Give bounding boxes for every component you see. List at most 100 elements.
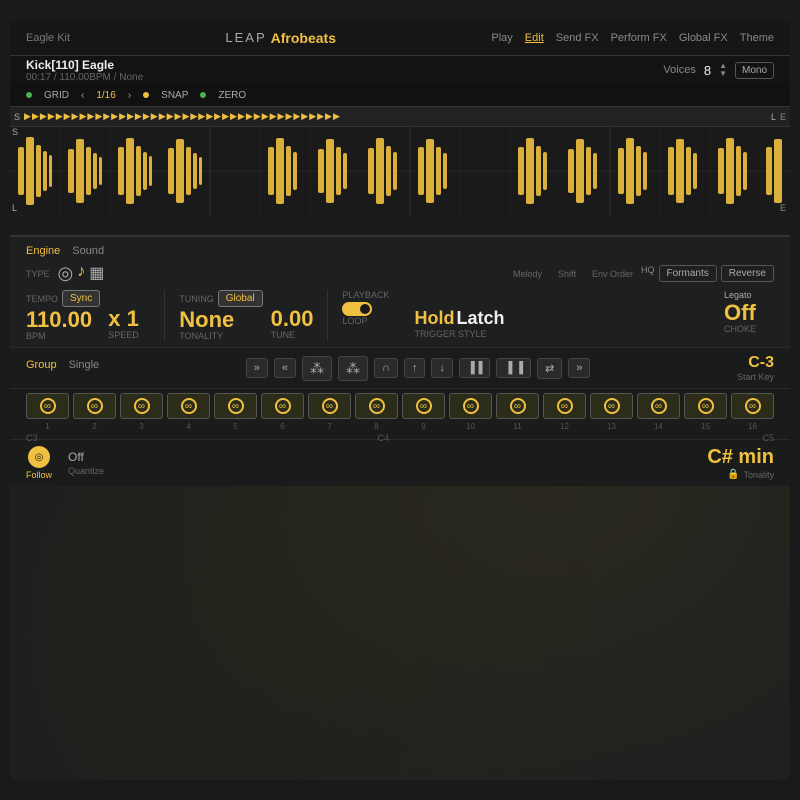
nav-tabs: Play Edit Send FX Perform FX Global FX T…	[491, 32, 774, 44]
pad-label-1: 1	[26, 422, 69, 431]
pad-4[interactable]	[167, 393, 210, 419]
pads-labels: 1 2 3 4 5 6 7 8 9 10 11 12 13 14 15 16	[26, 422, 774, 431]
grp-btn-down[interactable]: ↓	[431, 358, 453, 378]
pad-5-inner	[228, 398, 244, 414]
note-icon: ♪	[77, 263, 85, 281]
pad-6[interactable]	[261, 393, 304, 419]
seq-arrows: ▶ ▶ ▶ ▶ ▶ ▶ ▶ ▶ ▶ ▶ ▶ ▶ ▶ ▶ ▶ ▶ ▶	[24, 111, 340, 122]
pad-12[interactable]	[543, 393, 586, 419]
hold-latch-group: Hold Latch Trigger Style	[414, 290, 512, 339]
grp-btn-8[interactable]: ⇄	[537, 358, 562, 379]
pad-14[interactable]	[637, 393, 680, 419]
tab-play[interactable]: Play	[491, 32, 512, 44]
voices-value: 8	[704, 63, 711, 78]
grp-btn-2[interactable]: «	[274, 358, 296, 378]
zero-dot	[200, 92, 206, 98]
pad-16[interactable]	[731, 393, 774, 419]
tempo-group: TEMPO Sync 110.00 BPM	[26, 290, 108, 341]
pad-section: 1 2 3 4 5 6 7 8 9 10 11 12 13 14 15 16 C…	[10, 388, 790, 439]
pad-1[interactable]	[26, 393, 69, 419]
tab-engine[interactable]: Engine	[26, 245, 60, 257]
tune-group: 0.00 Tune	[271, 290, 322, 340]
pad-10[interactable]	[449, 393, 492, 419]
tab-group[interactable]: Group	[26, 359, 57, 371]
tab-send-fx[interactable]: Send FX	[556, 32, 599, 44]
waveform-container[interactable]: S L E	[10, 127, 790, 215]
pad-label-16: 16	[731, 422, 774, 431]
pad-8[interactable]	[355, 393, 398, 419]
grp-btn-6[interactable]: ▐▐	[459, 358, 491, 378]
pad-label-12: 12	[543, 422, 586, 431]
global-button[interactable]: Global	[218, 290, 263, 307]
pad-9[interactable]	[402, 393, 445, 419]
group-section: Group Single » « ⁂ ⁂ ∩ ↑ ↓ ▐▐ ▐ ▐ ⇄ »	[10, 347, 790, 388]
grp-btn-up[interactable]: ↑	[404, 358, 426, 378]
pad-7[interactable]	[308, 393, 351, 419]
grp-btn-3[interactable]: ⁂	[302, 356, 332, 381]
shift-label: Shift	[558, 269, 576, 279]
grid-label: GRID	[44, 90, 69, 101]
kit-name: Eagle Kit	[26, 32, 70, 44]
pad-12-inner	[557, 398, 573, 414]
svg-text:E: E	[780, 203, 786, 213]
engine-icon-circle[interactable]: ◎	[58, 263, 74, 284]
pad-3[interactable]	[120, 393, 163, 419]
pad-8-inner	[369, 398, 385, 414]
bpm-value: 110.00	[26, 309, 100, 331]
tab-perform-fx[interactable]: Perform FX	[611, 32, 667, 44]
pad-4-inner	[181, 398, 197, 414]
grp-btn-7[interactable]: ▐ ▐	[496, 358, 531, 378]
tab-single[interactable]: Single	[69, 359, 100, 371]
grp-btn-4[interactable]: ⁂	[338, 356, 368, 381]
follow-button[interactable]: ◎ Follow	[26, 446, 52, 480]
pad-label-3: 3	[120, 422, 163, 431]
choke-header: Legato	[724, 290, 752, 300]
quantize-value: Off	[68, 450, 104, 464]
formants-button[interactable]: Formants	[659, 265, 717, 282]
grid-next[interactable]: ›	[128, 90, 131, 101]
bpm-unit: BPM	[26, 331, 100, 341]
engine-type-row: TYPE ◎ ♪ ▦ Melody Shift	[26, 263, 774, 284]
pad-label-5: 5	[214, 422, 257, 431]
group-controls: » « ⁂ ⁂ ∩ ↑ ↓ ▐▐ ▐ ▐ ⇄ »	[246, 356, 591, 381]
grp-btn-1[interactable]: »	[246, 358, 268, 378]
app-container: Eagle Kit LEAP Afrobeats Play Edit Send …	[10, 20, 790, 780]
grid-prev[interactable]: ‹	[81, 90, 84, 101]
grp-btn-5[interactable]: ∩	[374, 358, 398, 378]
mono-button[interactable]: Mono	[735, 62, 774, 79]
engine-icon-note[interactable]: ♪	[77, 263, 85, 284]
pad-11-inner	[510, 398, 526, 414]
sep1	[164, 290, 165, 341]
info-row: Kick[110] Eagle 00:17 / 110.00BPM / None…	[10, 56, 790, 84]
pad-3-inner	[134, 398, 150, 414]
engine-icon-grid[interactable]: ▦	[89, 263, 104, 284]
pad-label-2: 2	[73, 422, 116, 431]
loop-toggle[interactable]	[342, 302, 372, 316]
tune-label: Tune	[271, 330, 314, 340]
tab-edit[interactable]: Edit	[525, 32, 544, 44]
sync-button[interactable]: Sync	[62, 290, 100, 307]
tab-global-fx[interactable]: Global FX	[679, 32, 728, 44]
grp-btn-9[interactable]: »	[568, 358, 590, 378]
bottom-controls: ◎ Follow Off Quantize C# min 🔒 Tonality	[10, 439, 790, 486]
engine-tabs: Engine Sound	[26, 245, 774, 257]
pad-label-11: 11	[496, 422, 539, 431]
pad-16-inner	[745, 398, 761, 414]
tab-theme[interactable]: Theme	[740, 32, 774, 44]
reverse-button[interactable]: Reverse	[721, 265, 774, 282]
pad-11[interactable]	[496, 393, 539, 419]
pad-2[interactable]	[73, 393, 116, 419]
speed-unit: Speed	[108, 330, 150, 340]
pad-15[interactable]	[684, 393, 727, 419]
pad-15-inner	[698, 398, 714, 414]
pad-5[interactable]	[214, 393, 257, 419]
playback-header: PLAYBACK	[342, 290, 406, 300]
melody-label: Melody	[513, 269, 542, 279]
pad-label-10: 10	[449, 422, 492, 431]
engine-vals-row: TEMPO Sync 110.00 BPM x 1 Speed TUNING	[26, 290, 774, 341]
tab-sound[interactable]: Sound	[72, 245, 104, 257]
pad-13[interactable]	[590, 393, 633, 419]
tuning-label: TUNING	[179, 294, 214, 304]
seq-top-strip: S ▶ ▶ ▶ ▶ ▶ ▶ ▶ ▶ ▶ ▶ ▶ ▶ ▶ ▶ ▶	[10, 107, 790, 127]
voices-stepper[interactable]: ▲▼	[719, 62, 727, 78]
